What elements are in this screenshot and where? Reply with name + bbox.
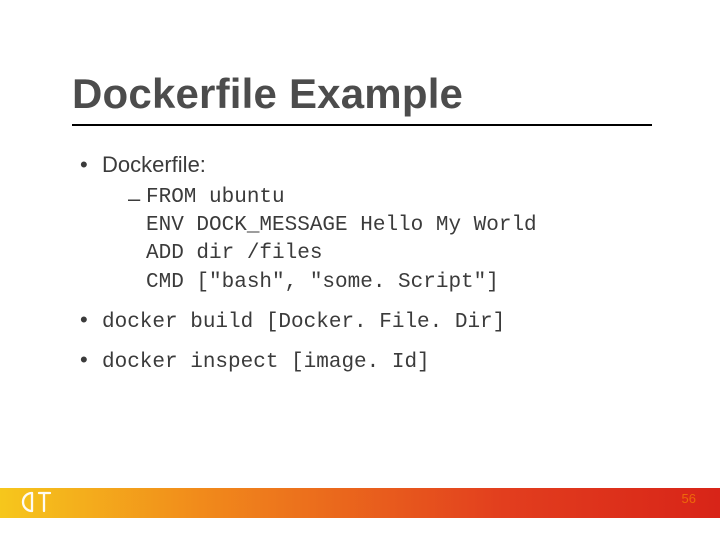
- bullet-list: Dockerfile: FROM ubuntu ENV DOCK_MESSAGE…: [80, 150, 660, 378]
- bullet-label: Dockerfile:: [102, 152, 206, 177]
- bullet-inspect: docker inspect [image. Id]: [80, 345, 660, 377]
- code-sub-bullet: FROM ubuntu ENV DOCK_MESSAGE Hello My Wo…: [128, 184, 660, 297]
- sub-list: FROM ubuntu ENV DOCK_MESSAGE Hello My Wo…: [102, 184, 660, 297]
- slide-content: Dockerfile: FROM ubuntu ENV DOCK_MESSAGE…: [80, 150, 660, 386]
- bullet-dockerfile: Dockerfile: FROM ubuntu ENV DOCK_MESSAGE…: [80, 150, 660, 297]
- slide: Dockerfile Example Dockerfile: FROM ubun…: [0, 0, 720, 540]
- build-cmd: docker build [Docker. File. Dir]: [102, 311, 505, 334]
- st-logo-icon: [20, 489, 54, 515]
- footer-accent-bar: [0, 488, 720, 518]
- inspect-cmd: docker inspect [image. Id]: [102, 351, 430, 374]
- page-number: 56: [682, 491, 696, 506]
- dockerfile-code: FROM ubuntu ENV DOCK_MESSAGE Hello My Wo…: [146, 184, 660, 297]
- slide-title: Dockerfile Example: [72, 70, 652, 126]
- bullet-build: docker build [Docker. File. Dir]: [80, 305, 660, 337]
